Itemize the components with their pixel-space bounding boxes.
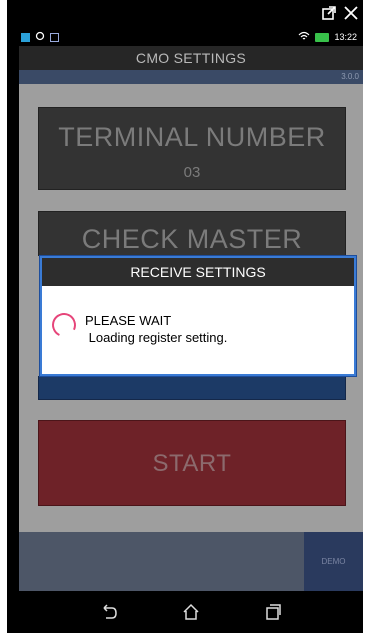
wifi-icon	[298, 31, 310, 43]
back-icon[interactable]	[98, 601, 120, 623]
eye-icon	[35, 31, 45, 43]
recent-apps-icon[interactable]	[262, 601, 284, 623]
receive-settings-dialog: RECEIVE SETTINGS PLEASE WAIT Loading reg…	[40, 256, 356, 376]
window-controls	[321, 1, 359, 29]
loading-spinner-icon	[48, 309, 80, 341]
bottom-bar: DEMO	[19, 532, 363, 591]
version-label: 3.0.0	[19, 70, 363, 84]
image-icon	[50, 32, 59, 42]
status-bar: 13:22	[19, 28, 363, 46]
notification-square-icon	[21, 32, 30, 42]
start-button[interactable]: START	[38, 420, 346, 506]
check-master-button[interactable]: CHECK MASTER	[38, 211, 346, 256]
terminal-number-button[interactable]: TERMINAL NUMBER 03	[38, 107, 346, 190]
navigation-bar	[19, 591, 363, 633]
terminal-number-label: TERMINAL NUMBER	[58, 122, 326, 152]
demo-button[interactable]: DEMO	[304, 532, 363, 591]
terminal-number-value: 03	[183, 164, 201, 181]
app-screen: CMO SETTINGS 3.0.0 TERMINAL NUMBER 03 CH…	[19, 46, 363, 591]
device-frame: 13:22 CMO SETTINGS 3.0.0 TERMINAL NUMBER…	[7, 0, 363, 633]
dialog-message-detail: Loading register setting.	[85, 330, 228, 345]
app-title: CMO SETTINGS	[19, 46, 363, 70]
battery-icon	[315, 32, 330, 42]
check-master-label: CHECK MASTER	[81, 224, 303, 254]
dialog-message-title: PLEASE WAIT	[85, 313, 172, 328]
home-icon[interactable]	[180, 601, 202, 623]
close-icon[interactable]	[343, 5, 359, 26]
settings-button[interactable]	[38, 376, 346, 400]
external-window-icon[interactable]	[321, 5, 337, 26]
status-time: 13:22	[334, 32, 357, 42]
dialog-title: RECEIVE SETTINGS	[42, 258, 354, 286]
